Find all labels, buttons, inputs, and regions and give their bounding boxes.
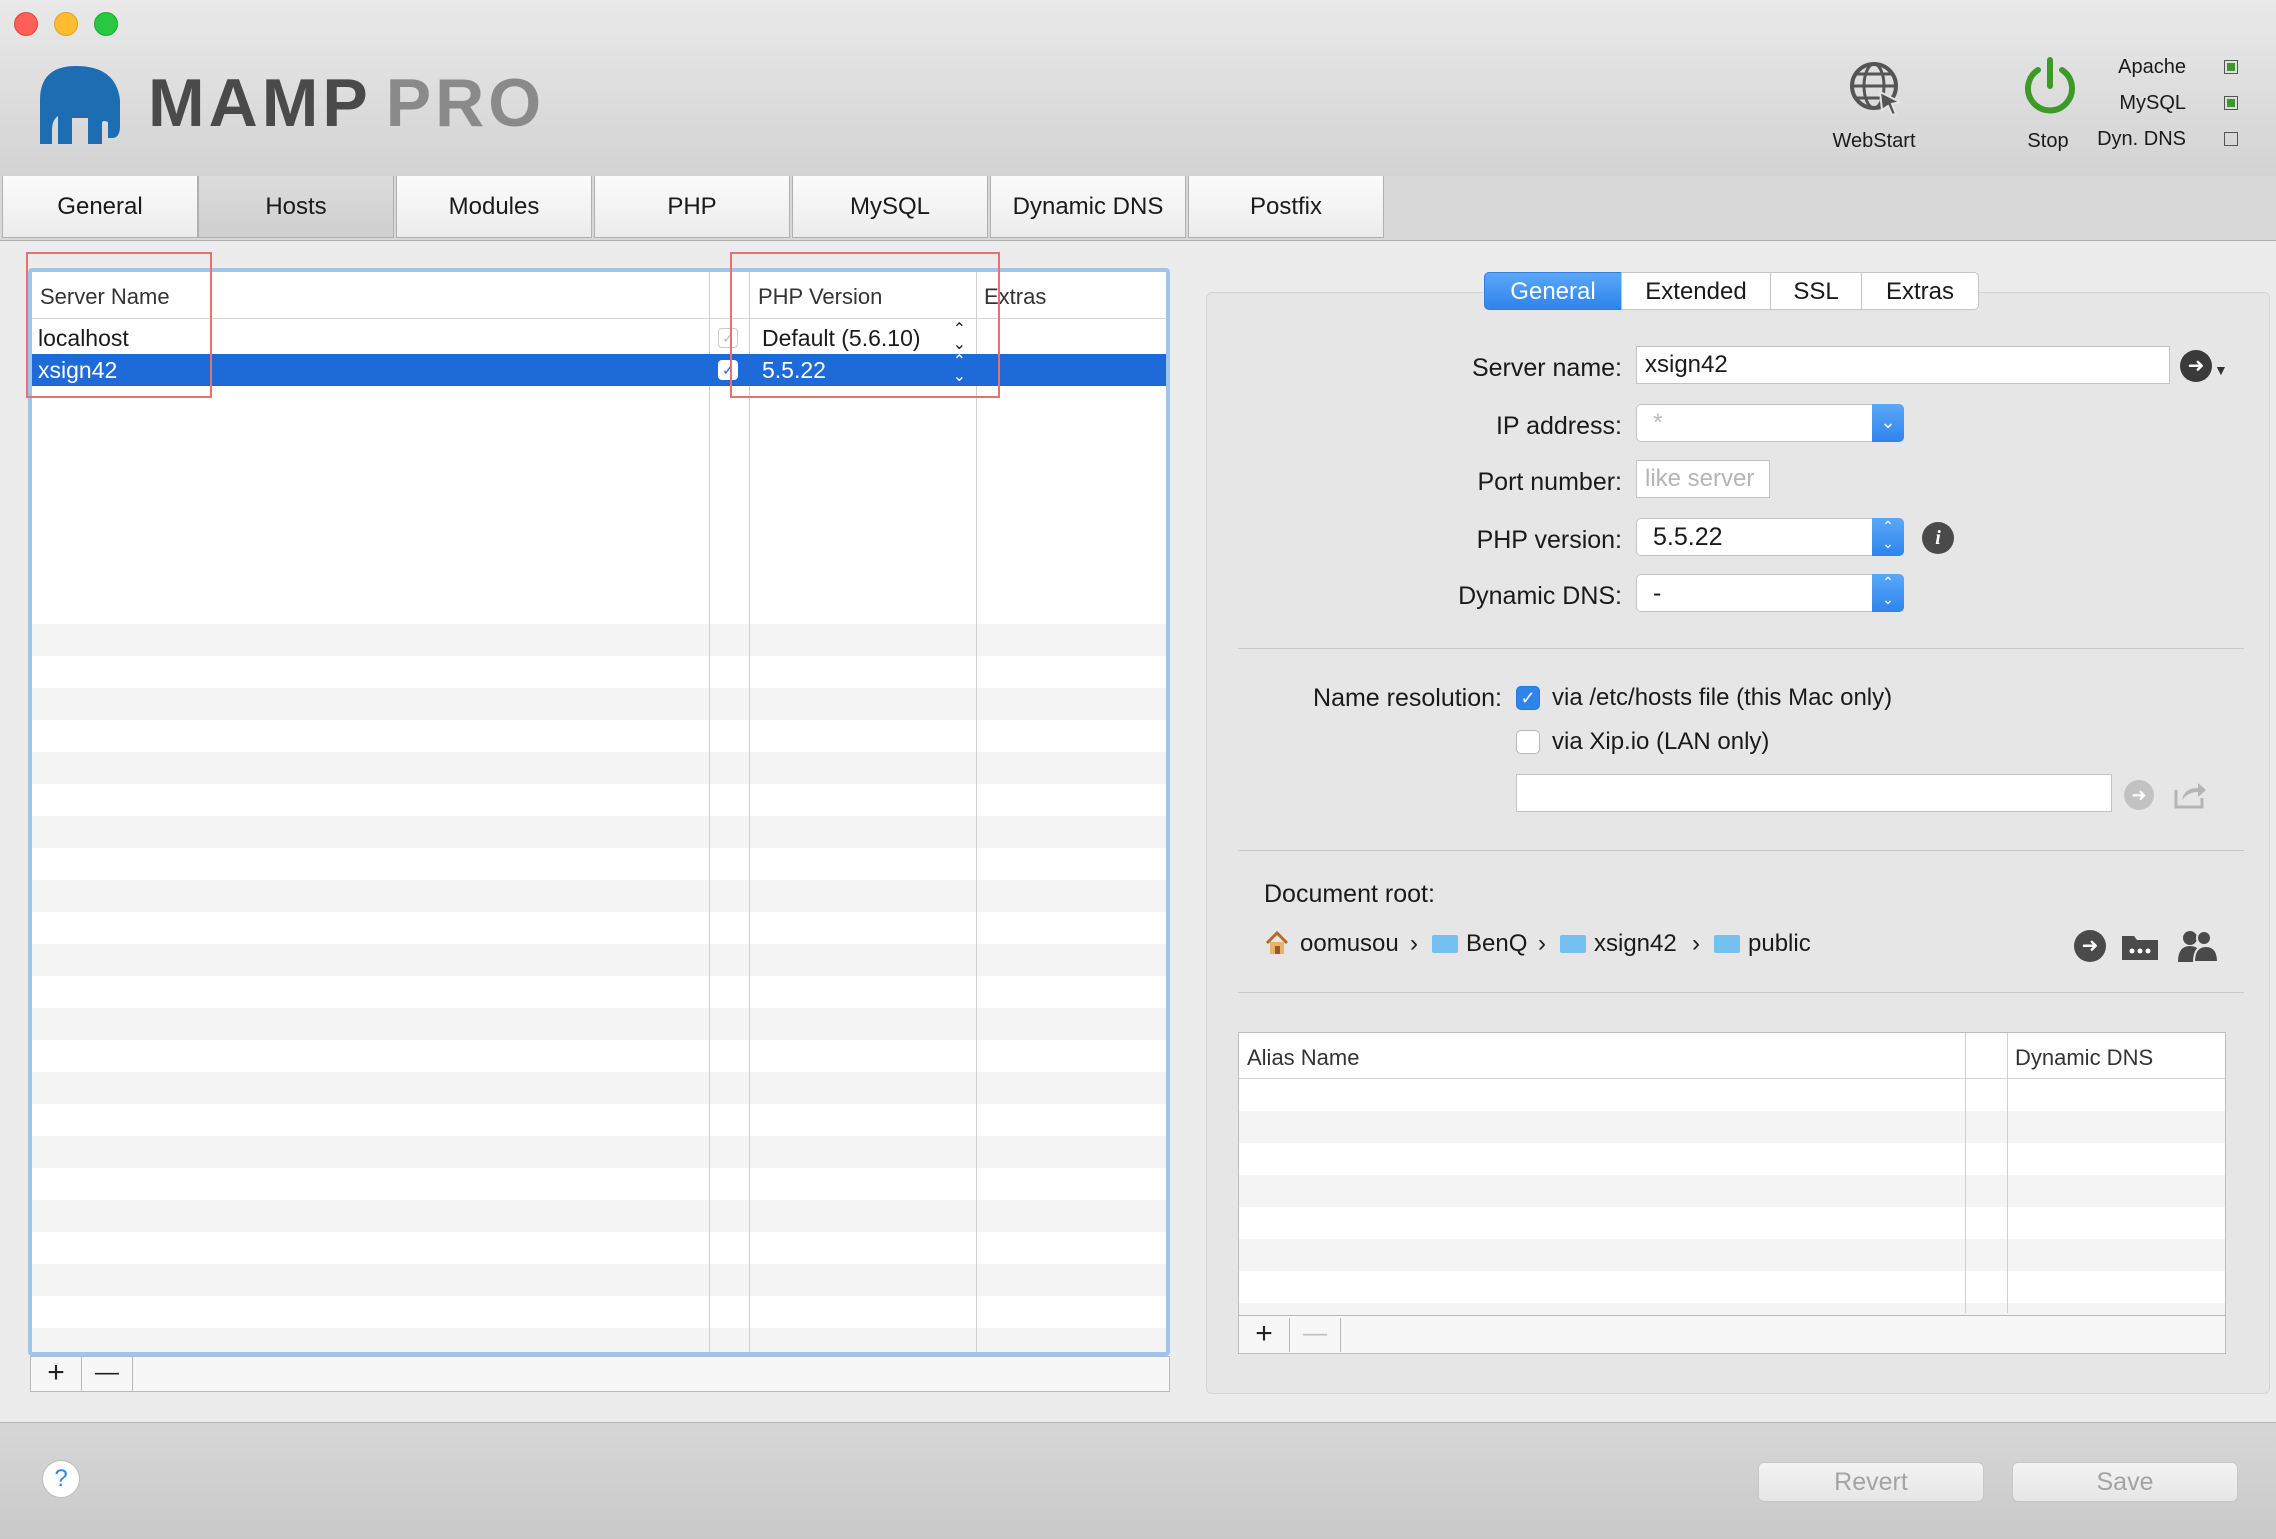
name-resolution-label: Name resolution: bbox=[1313, 684, 1502, 712]
power-icon bbox=[2025, 57, 2075, 114]
tab-postfix[interactable]: Postfix bbox=[1188, 176, 1384, 238]
zoom-window-button[interactable] bbox=[94, 12, 118, 36]
tab-modules[interactable]: Modules bbox=[396, 176, 592, 238]
breadcrumb-separator: › bbox=[1538, 930, 1546, 957]
permissions-users-icon[interactable] bbox=[2176, 928, 2218, 962]
annotation-box-server-name bbox=[26, 252, 212, 398]
stop-label: Stop bbox=[2027, 130, 2069, 152]
tab-hosts[interactable]: Hosts bbox=[198, 176, 394, 238]
elephant-logo-icon bbox=[40, 66, 120, 144]
annotation-box-php-version bbox=[730, 252, 1000, 398]
section-divider bbox=[1238, 992, 2244, 993]
hosts-table[interactable]: Server Name PHP Version Extras localhost… bbox=[28, 268, 1170, 1356]
folder-icon bbox=[1432, 935, 1458, 953]
chevron-down-icon: ⌄ bbox=[1872, 404, 1904, 442]
open-url-button[interactable]: ➜ bbox=[2124, 780, 2154, 810]
server-name-label: Server name: bbox=[1471, 354, 1622, 382]
column-divider bbox=[709, 272, 710, 1352]
choose-folder-icon[interactable] bbox=[2120, 930, 2160, 962]
open-document-root-button[interactable]: ➜ bbox=[2074, 930, 2106, 962]
alias-table-button-bar: + — bbox=[1239, 1315, 2225, 1353]
add-host-button[interactable]: + bbox=[31, 1357, 82, 1391]
webstart-label: WebStart bbox=[1832, 130, 1916, 152]
doc-root-segment-xsign42[interactable]: xsign42 bbox=[1560, 930, 1677, 958]
stepper-icon: ⌃ ⌄ bbox=[1872, 518, 1904, 556]
column-header-dynamic-dns[interactable]: Dynamic DNS bbox=[2015, 1033, 2153, 1079]
mysql-status-indicator bbox=[2224, 96, 2238, 110]
folder-icon bbox=[1560, 935, 1586, 953]
share-icon[interactable] bbox=[2172, 780, 2208, 810]
tab-php[interactable]: PHP bbox=[594, 176, 790, 238]
dynamic-dns-select[interactable]: - ⌃ ⌄ bbox=[1636, 574, 1904, 612]
column-header-alias-name[interactable]: Alias Name bbox=[1247, 1033, 1359, 1079]
doc-root-segment-benq[interactable]: BenQ bbox=[1432, 930, 1527, 958]
detail-tab-general[interactable]: General bbox=[1484, 272, 1622, 310]
table-stripes bbox=[32, 624, 1166, 1352]
info-icon[interactable]: i bbox=[1922, 522, 1954, 554]
stop-button[interactable]: Stop bbox=[2008, 54, 2088, 154]
help-button[interactable]: ? bbox=[42, 1460, 80, 1498]
xip-checkbox[interactable] bbox=[1516, 730, 1540, 754]
chevron-down-icon: ▼ bbox=[2214, 362, 2228, 378]
column-divider bbox=[976, 272, 977, 1352]
tab-mysql[interactable]: MySQL bbox=[792, 176, 988, 238]
mysql-status-label: MySQL bbox=[2119, 92, 2186, 114]
port-number-field[interactable]: like server bbox=[1636, 460, 1770, 498]
xip-url-field[interactable] bbox=[1516, 774, 2112, 812]
ip-address-select[interactable]: * ⌄ bbox=[1636, 404, 1904, 442]
home-icon bbox=[1265, 930, 1289, 954]
breadcrumb-separator: › bbox=[1410, 930, 1418, 957]
revert-button[interactable]: Revert bbox=[1758, 1462, 1984, 1502]
detail-tab-ssl[interactable]: SSL bbox=[1770, 272, 1862, 310]
webstart-button[interactable]: WebStart bbox=[1833, 54, 1916, 154]
alias-table[interactable]: Alias Name Dynamic DNS + — bbox=[1238, 1032, 2226, 1354]
server-actions-menu-button[interactable]: ➜ bbox=[2180, 350, 2212, 382]
hosts-file-label: via /etc/hosts file (this Mac only) bbox=[1552, 684, 1893, 711]
doc-root-segment-public[interactable]: public bbox=[1714, 930, 1811, 958]
hosts-file-checkbox[interactable]: ✓ bbox=[1516, 686, 1540, 710]
dyndns-status-label: Dyn. DNS bbox=[2097, 128, 2186, 150]
dynamic-dns-label: Dynamic DNS: bbox=[1458, 582, 1622, 610]
port-number-label: Port number: bbox=[1477, 468, 1622, 496]
hosts-table-button-bar: + — bbox=[30, 1356, 1170, 1392]
apache-status-indicator bbox=[2224, 60, 2238, 74]
remove-alias-button[interactable]: — bbox=[1290, 1318, 1341, 1352]
stepper-icon: ⌃ ⌄ bbox=[1872, 574, 1904, 612]
ip-address-label: IP address: bbox=[1495, 412, 1622, 440]
server-name-field[interactable]: xsign42 bbox=[1636, 346, 2170, 384]
title-bar: MAMP PRO WebStart Stop Apache MySQL Dyn. … bbox=[0, 0, 2276, 177]
section-divider bbox=[1238, 648, 2244, 649]
column-divider bbox=[1965, 1033, 1966, 1313]
section-divider bbox=[1238, 850, 2244, 851]
alias-table-stripes bbox=[1239, 1079, 2225, 1349]
tab-dynamic-dns[interactable]: Dynamic DNS bbox=[990, 176, 1186, 238]
detail-tab-extras[interactable]: Extras bbox=[1861, 272, 1979, 310]
php-version-select[interactable]: 5.5.22 ⌃ ⌄ bbox=[1636, 518, 1904, 556]
save-button[interactable]: Save bbox=[2012, 1462, 2238, 1502]
php-version-label: PHP version: bbox=[1476, 526, 1622, 554]
column-divider bbox=[749, 272, 750, 1352]
xip-label: via Xip.io (LAN only) bbox=[1552, 728, 1770, 755]
dyndns-status-indicator bbox=[2224, 132, 2238, 146]
detail-tab-extended[interactable]: Extended bbox=[1621, 272, 1771, 310]
folder-icon bbox=[1714, 935, 1740, 953]
doc-root-segment-home[interactable]: oomusou bbox=[1300, 930, 1399, 958]
document-root-label: Document root: bbox=[1264, 880, 1435, 908]
column-divider bbox=[2007, 1033, 2008, 1313]
app-logo-text: MAMP PRO bbox=[148, 65, 546, 141]
close-window-button[interactable] bbox=[14, 12, 38, 36]
apache-status-label: Apache bbox=[2118, 56, 2186, 78]
add-alias-button[interactable]: + bbox=[1239, 1318, 1290, 1352]
tab-general[interactable]: General bbox=[2, 176, 198, 238]
remove-host-button[interactable]: — bbox=[82, 1357, 133, 1391]
globe-cursor-icon bbox=[1850, 62, 1903, 116]
minimize-window-button[interactable] bbox=[54, 12, 78, 36]
breadcrumb-separator: › bbox=[1692, 930, 1700, 957]
main-tab-bar: General Hosts Modules PHP MySQL Dynamic … bbox=[0, 176, 2276, 241]
